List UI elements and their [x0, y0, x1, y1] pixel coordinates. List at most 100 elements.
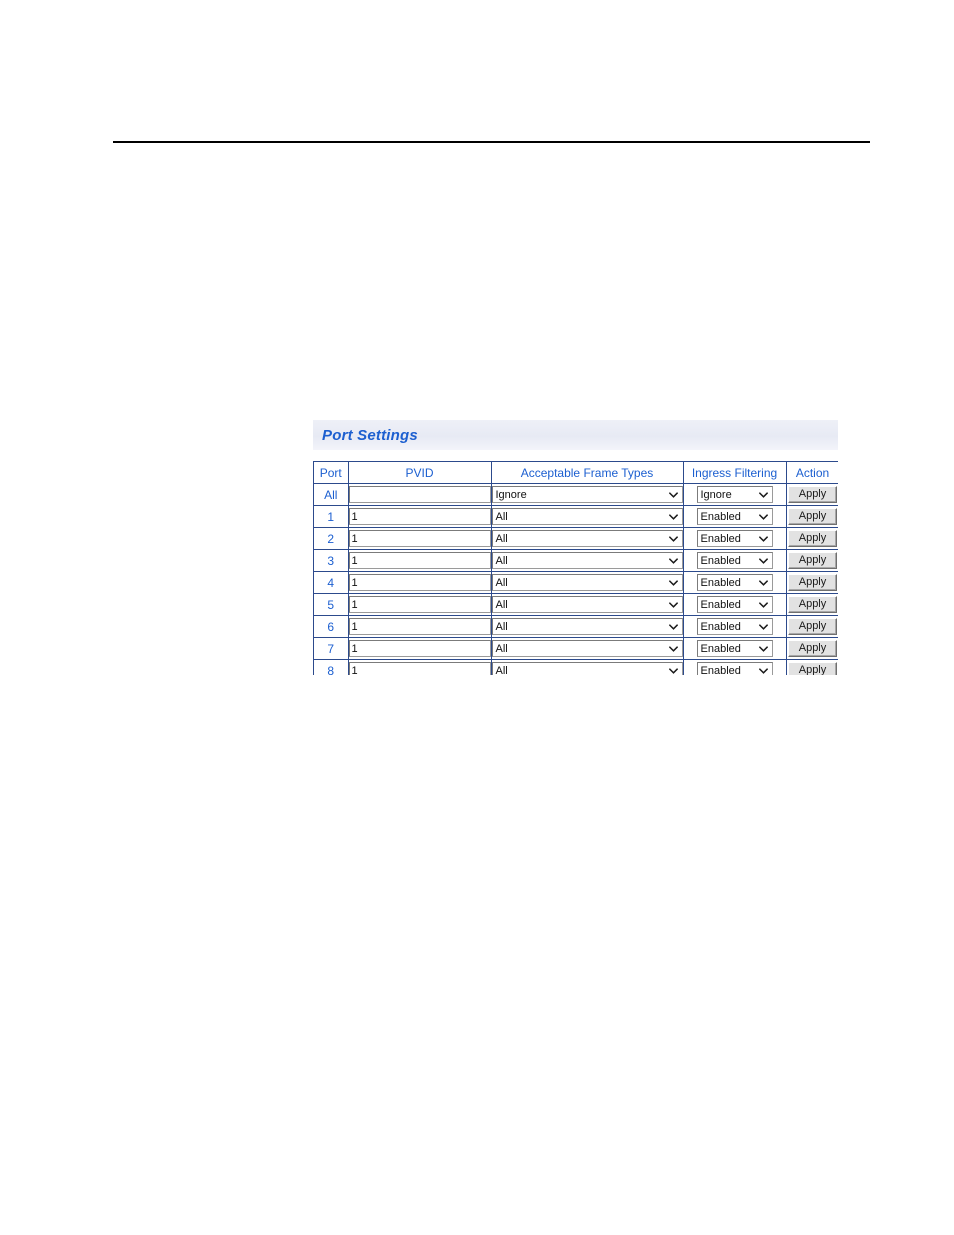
- table-row-port-8: 8 All Enabled: [314, 659, 838, 676]
- ingress-filtering-value: Enabled: [700, 664, 741, 676]
- cell-action: Apply: [786, 527, 838, 550]
- table-row-port-4: 4 All Enabled: [314, 571, 838, 594]
- page-title: Port Settings: [322, 426, 418, 444]
- table-row-port-6: 6 All Enabled: [314, 615, 838, 638]
- ingress-filtering-select[interactable]: Enabled: [696, 618, 773, 635]
- ingress-filtering-value: Enabled: [700, 510, 741, 523]
- chevron-down-icon: [668, 600, 678, 609]
- port-settings-table-scroll[interactable]: Port PVID Acceptable Frame Types Ingress…: [313, 461, 838, 675]
- acceptable-frame-types-select[interactable]: All: [491, 552, 683, 569]
- pvid-input[interactable]: [348, 486, 491, 503]
- cell-pvid: [348, 527, 492, 550]
- apply-button[interactable]: Apply: [788, 552, 837, 569]
- acceptable-frame-types-select[interactable]: Ignore: [491, 486, 683, 503]
- cell-pvid: [348, 549, 492, 572]
- cell-port: 3: [314, 549, 349, 572]
- apply-button[interactable]: Apply: [788, 486, 837, 503]
- table-row-port-all: All Ignore Ignore Apply: [314, 483, 838, 506]
- pvid-input[interactable]: [348, 574, 491, 591]
- column-header-action: Action: [786, 462, 838, 484]
- acceptable-frame-types-select[interactable]: All: [491, 574, 683, 591]
- chevron-down-icon: [668, 644, 678, 653]
- table-row-port-2: 2 All Enabled: [314, 527, 838, 550]
- apply-button[interactable]: Apply: [788, 640, 837, 657]
- cell-acceptable-frame-types: All: [491, 549, 684, 572]
- acceptable-frame-types-select[interactable]: All: [491, 508, 683, 525]
- chevron-down-icon: [758, 490, 768, 499]
- cell-ingress-filtering: Ignore: [683, 483, 787, 506]
- chevron-down-icon: [668, 666, 678, 675]
- cell-pvid: [348, 505, 492, 528]
- cell-action: Apply: [786, 637, 838, 660]
- cell-ingress-filtering: Enabled: [683, 571, 787, 594]
- cell-action: Apply: [786, 593, 838, 616]
- chevron-down-icon: [668, 534, 678, 543]
- cell-acceptable-frame-types: All: [491, 505, 684, 528]
- cell-pvid: [348, 615, 492, 638]
- ingress-filtering-select[interactable]: Enabled: [696, 662, 773, 676]
- cell-ingress-filtering: Enabled: [683, 527, 787, 550]
- cell-pvid: [348, 637, 492, 660]
- acceptable-frame-types-select[interactable]: All: [491, 530, 683, 547]
- apply-button[interactable]: Apply: [788, 508, 837, 525]
- chevron-down-icon: [758, 622, 768, 631]
- cell-ingress-filtering: Enabled: [683, 505, 787, 528]
- ingress-filtering-select[interactable]: Enabled: [696, 640, 773, 657]
- apply-button[interactable]: Apply: [788, 530, 837, 547]
- table-row-port-1: 1 All Enabled: [314, 505, 838, 528]
- cell-action: Apply: [786, 549, 838, 572]
- acceptable-frame-types-select[interactable]: All: [491, 596, 683, 613]
- pvid-input[interactable]: [348, 662, 491, 675]
- chevron-down-icon: [668, 490, 678, 499]
- cell-port: 1: [314, 505, 349, 528]
- ingress-filtering-value: Ignore: [700, 488, 732, 501]
- chevron-down-icon: [758, 666, 768, 675]
- port-settings-table: Port PVID Acceptable Frame Types Ingress…: [314, 462, 838, 675]
- pvid-input[interactable]: [348, 508, 491, 525]
- cell-ingress-filtering: Enabled: [683, 593, 787, 616]
- pvid-input[interactable]: [348, 596, 491, 613]
- cell-ingress-filtering: Enabled: [683, 637, 787, 660]
- ingress-filtering-select[interactable]: Enabled: [696, 596, 773, 613]
- ingress-filtering-value: Enabled: [700, 532, 741, 545]
- cell-port: 2: [314, 527, 349, 550]
- pvid-input[interactable]: [348, 552, 491, 569]
- chevron-down-icon: [758, 600, 768, 609]
- cell-port: 7: [314, 637, 349, 660]
- cell-acceptable-frame-types: All: [491, 593, 684, 616]
- table-header: Port PVID Acceptable Frame Types Ingress…: [314, 462, 838, 484]
- acceptable-frame-types-value: Ignore: [495, 488, 527, 501]
- cell-acceptable-frame-types: All: [491, 527, 684, 550]
- column-header-port: Port: [314, 462, 349, 484]
- apply-button[interactable]: Apply: [788, 618, 837, 635]
- acceptable-frame-types-value: All: [495, 620, 508, 633]
- column-header-ingress-filtering: Ingress Filtering: [683, 462, 787, 484]
- ingress-filtering-select[interactable]: Ignore: [696, 486, 773, 503]
- ingress-filtering-select[interactable]: Enabled: [696, 574, 773, 591]
- acceptable-frame-types-select[interactable]: All: [491, 662, 683, 675]
- apply-button[interactable]: Apply: [788, 596, 837, 613]
- cell-acceptable-frame-types: All: [491, 571, 684, 594]
- chevron-down-icon: [758, 556, 768, 565]
- ingress-filtering-select[interactable]: Enabled: [696, 530, 773, 547]
- column-header-acceptable-frame-types: Acceptable Frame Types: [491, 462, 684, 484]
- acceptable-frame-types-select[interactable]: All: [491, 618, 683, 635]
- table-row-port-3: 3 All Enabled: [314, 549, 838, 572]
- table-body: All Ignore Ignore Apply 1 1 All Enabled …: [314, 483, 838, 676]
- pvid-input[interactable]: [348, 530, 491, 547]
- pvid-input[interactable]: [348, 640, 491, 657]
- acceptable-frame-types-value: All: [495, 598, 508, 611]
- apply-button[interactable]: Apply: [788, 574, 837, 591]
- pvid-input[interactable]: [348, 618, 491, 635]
- port-settings-figure: Port Settings Port PVID Acceptable Frame…: [313, 420, 838, 675]
- cell-ingress-filtering: Enabled: [683, 659, 787, 676]
- ingress-filtering-select[interactable]: Enabled: [696, 552, 773, 569]
- ingress-filtering-value: Enabled: [700, 554, 741, 567]
- chevron-down-icon: [758, 534, 768, 543]
- acceptable-frame-types-select[interactable]: All: [491, 640, 683, 657]
- chevron-down-icon: [668, 512, 678, 521]
- cell-port: 8: [314, 659, 349, 675]
- apply-button[interactable]: Apply: [788, 662, 837, 675]
- cell-acceptable-frame-types: All: [491, 615, 684, 638]
- ingress-filtering-select[interactable]: Enabled: [696, 508, 773, 525]
